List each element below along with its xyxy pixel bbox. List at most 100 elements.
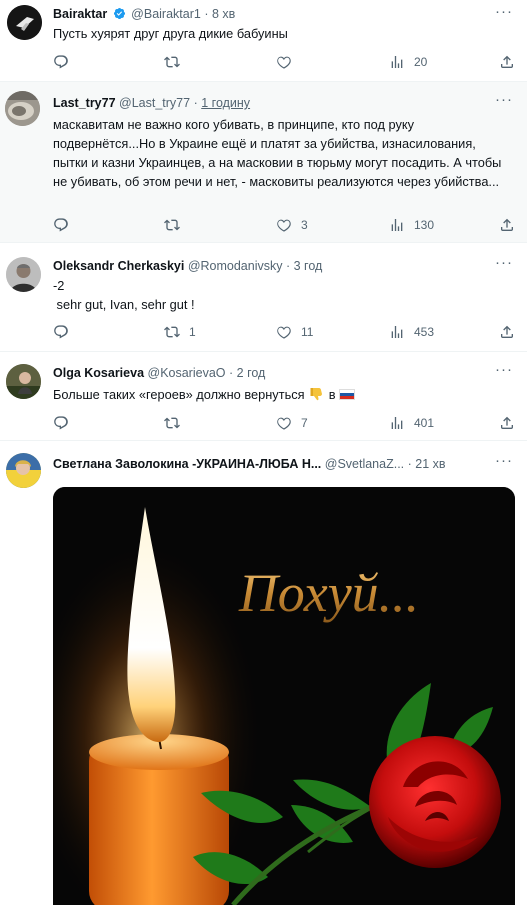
timestamp[interactable]: 2 год: [237, 366, 266, 380]
tweet-text-line: -2: [53, 278, 65, 293]
verified-badge-icon: [113, 7, 126, 23]
like-button[interactable]: 7: [276, 414, 308, 432]
avatar[interactable]: [5, 91, 40, 126]
views-icon: [389, 415, 405, 431]
like-button[interactable]: 11: [276, 323, 313, 341]
heart-icon: [276, 324, 292, 340]
like-count: 11: [301, 325, 314, 339]
tweet-header: Светлана Заволокина -УКРАИНА-ЛЮБА Н... @…: [53, 457, 495, 471]
like-count: 3: [301, 218, 308, 232]
tweet-text-part: Больше таких «героев» должно вернуться: [53, 387, 305, 402]
more-icon[interactable]: ···: [495, 362, 513, 377]
reply-button[interactable]: [53, 53, 78, 71]
retweet-button[interactable]: [164, 53, 189, 71]
reply-button[interactable]: [53, 323, 78, 341]
tweet-header: Olga Kosarieva @KosarievaO · 2 год: [53, 366, 487, 380]
author-name[interactable]: Bairaktar: [53, 7, 107, 21]
views-count: 20: [414, 55, 428, 69]
retweet-count: 1: [189, 325, 196, 339]
more-icon[interactable]: ···: [495, 255, 513, 270]
image-caption: Похуй...: [238, 563, 419, 623]
tweet-image[interactable]: Похуй...: [53, 487, 515, 905]
more-icon[interactable]: ···: [495, 453, 513, 468]
share-button[interactable]: [499, 414, 515, 432]
like-button[interactable]: 3: [276, 216, 308, 234]
tweet-olga-kosarieva[interactable]: Olga Kosarieva @KosarievaO · 2 год ··· Б…: [0, 352, 527, 441]
separator: ·: [228, 366, 234, 380]
author-name[interactable]: Olga Kosarieva: [53, 366, 144, 380]
views-count: 401: [414, 416, 435, 430]
author-handle[interactable]: @Romodanivsky: [188, 259, 283, 273]
thumbs-down-emoji-icon: [310, 387, 323, 406]
tweet-bairaktar[interactable]: Bairaktar @Bairaktar1 · 8 хв ··· Пусть х…: [0, 0, 527, 82]
views-icon: [389, 217, 405, 233]
tweet-header: Bairaktar @Bairaktar1 · 8 хв: [53, 7, 487, 23]
reply-icon: [53, 415, 69, 431]
reply-icon: [53, 217, 69, 233]
tweet-actions: 20: [53, 53, 517, 71]
more-icon[interactable]: ···: [495, 92, 513, 107]
tweet-text-line: sehr gut, Ivan, sehr gut !: [53, 297, 195, 312]
tweet-header: Oleksandr Cherkaskyi @Romodanivsky · 3 г…: [53, 259, 487, 273]
avatar[interactable]: [7, 5, 42, 40]
reply-icon: [53, 54, 69, 70]
separator: ·: [204, 7, 209, 21]
author-handle[interactable]: @Bairaktar1: [131, 7, 201, 21]
views-button[interactable]: 401: [389, 414, 434, 432]
tweet-text-part: в: [328, 387, 336, 402]
reply-button[interactable]: [53, 216, 78, 234]
heart-icon: [276, 217, 292, 233]
retweet-icon: [164, 415, 180, 431]
separator: ·: [193, 96, 198, 110]
share-button[interactable]: [499, 216, 515, 234]
more-icon[interactable]: ···: [495, 4, 513, 19]
author-handle[interactable]: @Last_try77: [119, 96, 190, 110]
retweet-button[interactable]: [164, 414, 189, 432]
share-button[interactable]: [499, 323, 515, 341]
views-button[interactable]: 20: [389, 53, 427, 71]
candle-rose-picture: Похуй...: [53, 487, 515, 905]
timestamp[interactable]: 21 хв: [415, 457, 445, 471]
timestamp[interactable]: 8 хв: [212, 7, 235, 21]
author-name[interactable]: Oleksandr Cherkaskyi: [53, 259, 184, 273]
share-icon: [499, 415, 515, 431]
views-button[interactable]: 130: [389, 216, 434, 234]
avatar[interactable]: [6, 257, 41, 292]
tweet-actions: 3 130: [53, 216, 517, 234]
author-handle[interactable]: @SvetlanaZ...: [325, 457, 404, 471]
avatar[interactable]: [6, 453, 41, 488]
tweet-text: маскавитам не важно кого убивать, в прин…: [53, 117, 502, 189]
separator: ·: [285, 259, 291, 273]
author-handle[interactable]: @KosarievaO: [148, 366, 226, 380]
timestamp[interactable]: 3 год: [294, 259, 323, 273]
reply-button[interactable]: [53, 414, 78, 432]
tweet-actions: 7 401: [53, 414, 517, 432]
heart-icon: [276, 415, 292, 431]
russia-flag-icon: [339, 389, 356, 400]
views-count: 130: [414, 218, 435, 232]
views-icon: [389, 54, 405, 70]
tweet-header: Last_try77 @Last_try77 · 1 годину: [53, 96, 487, 110]
tweet-oleksandr-cherkaskyi[interactable]: Oleksandr Cherkaskyi @Romodanivsky · 3 г…: [0, 243, 527, 352]
retweet-button[interactable]: 1: [164, 323, 196, 341]
views-button[interactable]: 453: [389, 323, 434, 341]
like-button[interactable]: [276, 53, 301, 71]
tweet-actions: 1 11 453: [53, 323, 517, 341]
tweet-text: -2 sehr gut, Ivan, sehr gut !: [53, 276, 513, 314]
tweet-last-try77[interactable]: Last_try77 @Last_try77 · 1 годину ··· ма…: [0, 82, 527, 243]
timestamp[interactable]: 1 годину: [201, 96, 250, 110]
author-name[interactable]: Светлана Заволокина -УКРАИНА-ЛЮБА Н...: [53, 457, 321, 471]
share-icon: [499, 54, 515, 70]
reply-icon: [53, 324, 69, 340]
share-button[interactable]: [499, 53, 515, 71]
share-icon: [499, 324, 515, 340]
retweet-icon: [164, 324, 180, 340]
author-name[interactable]: Last_try77: [53, 96, 116, 110]
retweet-icon: [164, 54, 180, 70]
retweet-button[interactable]: [164, 216, 189, 234]
like-count: 7: [301, 416, 308, 430]
tweet-text: Больше таких «героев» должно вернуться в: [53, 385, 513, 406]
retweet-icon: [164, 217, 180, 233]
heart-icon: [276, 54, 292, 70]
avatar[interactable]: [6, 364, 41, 399]
